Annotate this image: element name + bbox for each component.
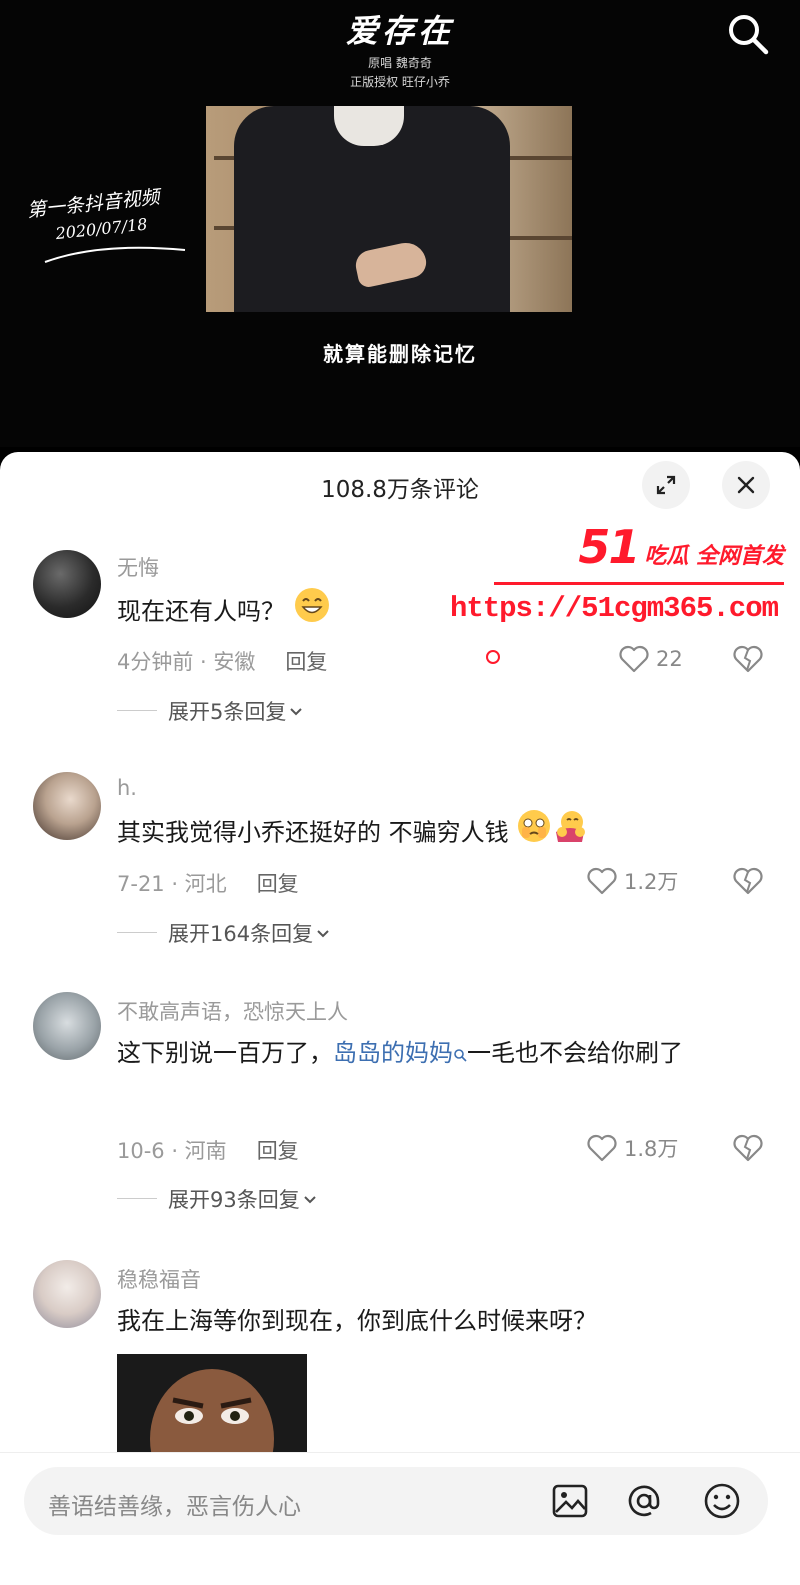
heart-icon bbox=[587, 867, 617, 895]
comment-input[interactable]: 善语结善缘，恶言伤人心 bbox=[24, 1467, 768, 1535]
search-icon bbox=[453, 1031, 467, 1077]
heart-icon bbox=[587, 1134, 617, 1162]
comment-text: 这下别说一百万了，岛岛的妈妈 一毛也不会给你刷了 bbox=[117, 1030, 767, 1077]
expand-replies-button[interactable]: 展开93条回复 bbox=[117, 1184, 320, 1214]
comment-item: 无悔 现在还有人吗？ 4分钟前 · 安徽 回复 22 展开5条回复 bbox=[0, 550, 800, 750]
comment-text: 现在还有人吗？ bbox=[117, 586, 767, 639]
video-frame bbox=[206, 106, 572, 312]
reply-button[interactable]: 回复 bbox=[257, 1139, 299, 1163]
comment-meta: 7-21 · 河北 回复 bbox=[117, 872, 299, 896]
like-button[interactable]: 1.2万 bbox=[586, 866, 678, 896]
avatar[interactable] bbox=[33, 772, 101, 840]
grin-emoji-icon bbox=[293, 586, 331, 639]
chevron-down-icon bbox=[304, 1196, 316, 1204]
comment-username[interactable]: h. bbox=[117, 776, 137, 800]
comment-input-placeholder: 善语结善缘，恶言伤人心 bbox=[48, 1494, 301, 1520]
expand-replies-button[interactable]: 展开5条回复 bbox=[117, 696, 306, 726]
close-button[interactable] bbox=[722, 461, 770, 509]
license-text: 正版授权 旺仔小乔 bbox=[350, 75, 450, 89]
like-button[interactable]: 1.8万 bbox=[586, 1133, 678, 1163]
expand-button[interactable] bbox=[642, 461, 690, 509]
broken-heart-icon[interactable] bbox=[732, 1133, 764, 1163]
signature-swoosh bbox=[44, 246, 186, 263]
like-count: 1.8万 bbox=[624, 1137, 679, 1161]
hugging-emoji-icon bbox=[552, 808, 588, 859]
search-icon[interactable] bbox=[726, 12, 770, 56]
avatar[interactable] bbox=[33, 1260, 101, 1328]
song-title: 爱存在 bbox=[345, 12, 454, 50]
broken-heart-icon[interactable] bbox=[732, 644, 764, 674]
mention-link[interactable]: 岛岛的妈妈 bbox=[333, 1039, 453, 1067]
close-icon bbox=[737, 476, 755, 494]
expand-icon bbox=[656, 475, 676, 495]
comment-text: 我在上海等你到现在，你到底什么时候来呀？ bbox=[117, 1307, 597, 1335]
image-icon[interactable] bbox=[550, 1481, 590, 1521]
comment-username[interactable]: 无悔 bbox=[117, 552, 159, 582]
heart-icon bbox=[619, 645, 649, 673]
comment-item: 不敢高声语，恐惊天上人 这下别说一百万了，岛岛的妈妈 一毛也不会给你刷了 10-6… bbox=[0, 992, 800, 1232]
comment-item: h. 其实我觉得小乔还挺好的 不骗穷人钱 7-21 · 河北 回复 1.2万 展开… bbox=[0, 772, 800, 972]
comment-username[interactable]: 稳稳福音 bbox=[117, 1264, 201, 1294]
mention-icon[interactable] bbox=[624, 1481, 664, 1521]
pleading-emoji-icon bbox=[516, 808, 552, 859]
reply-button[interactable]: 回复 bbox=[257, 872, 299, 896]
broken-heart-icon[interactable] bbox=[732, 866, 764, 896]
comments-panel: 108.8万条评论 51 吃瓜 全网首发 https://51cgm365.com… bbox=[0, 452, 800, 1585]
avatar[interactable] bbox=[33, 992, 101, 1060]
comment-text: 其实我觉得小乔还挺好的 不骗穷人钱 bbox=[117, 808, 767, 859]
comment-meta: 10-6 · 河南 回复 bbox=[117, 1139, 299, 1163]
video-caption: 就算能删除记忆 bbox=[323, 342, 477, 366]
avatar[interactable] bbox=[33, 550, 101, 618]
comment-image[interactable] bbox=[117, 1354, 307, 1464]
comment-meta: 4分钟前 · 安徽 回复 bbox=[117, 650, 328, 674]
comment-username[interactable]: 不敢高声语，恐惊天上人 bbox=[117, 996, 348, 1026]
comment-input-bar: 善语结善缘，恶言伤人心 bbox=[0, 1452, 800, 1585]
original-singer: 原唱 魏奇奇 bbox=[368, 56, 432, 70]
chevron-down-icon bbox=[290, 708, 303, 716]
emoji-icon[interactable] bbox=[702, 1481, 742, 1521]
chevron-down-icon bbox=[317, 930, 329, 938]
video-player[interactable]: 爱存在 原唱 魏奇奇 正版授权 旺仔小乔 第一条抖音视频 2020/07/18 … bbox=[0, 0, 800, 447]
like-count: 22 bbox=[656, 647, 683, 671]
like-count: 1.2万 bbox=[624, 870, 679, 894]
expand-replies-button[interactable]: 展开164条回复 bbox=[117, 918, 333, 948]
like-button[interactable]: 22 bbox=[618, 644, 683, 674]
reply-button[interactable]: 回复 bbox=[285, 650, 327, 674]
